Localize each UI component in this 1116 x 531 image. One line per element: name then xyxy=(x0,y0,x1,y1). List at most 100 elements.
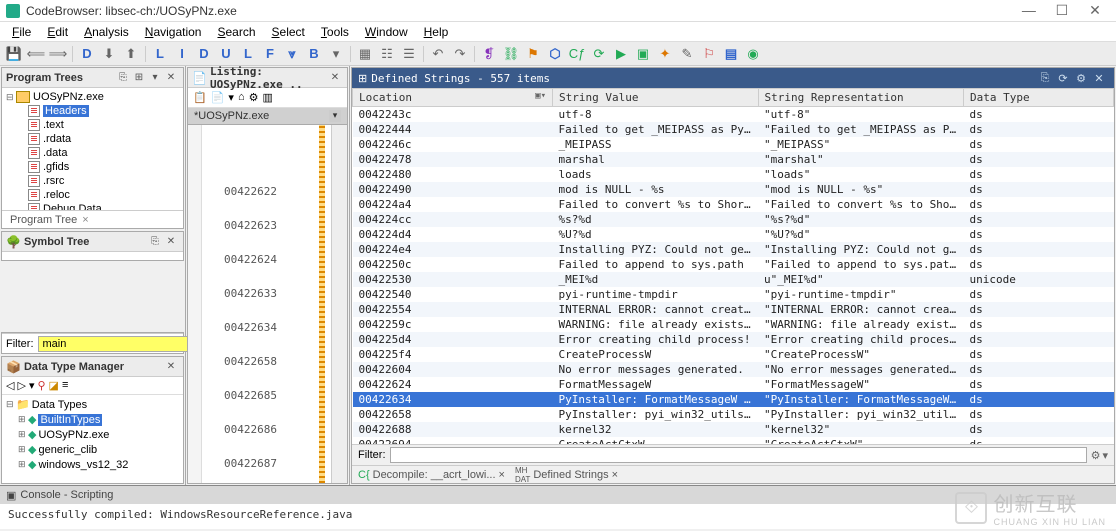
table-row[interactable]: 00422694CreateActCtxW"CreateActCtxW"ds xyxy=(353,437,1114,444)
col-string-rep[interactable]: String Representation xyxy=(758,89,964,107)
menu-help[interactable]: Help xyxy=(416,23,457,41)
dtm-highlight-icon[interactable]: ◪ xyxy=(49,379,59,392)
listing-addr[interactable]: 00422622 xyxy=(224,185,277,198)
close-icon[interactable]: ✕ xyxy=(327,70,343,86)
tab-decompile[interactable]: C{ Decompile: __acrt_lowi...× xyxy=(358,469,505,481)
minimize-button[interactable]: — xyxy=(1014,2,1044,18)
table-row[interactable]: 00422688kernel32"kernel32"ds xyxy=(353,422,1114,437)
listing-addr[interactable]: 00422624 xyxy=(224,253,277,266)
tree-item-reloc[interactable]: .reloc xyxy=(4,188,181,202)
bookmark-icon[interactable]: ⚑ xyxy=(523,44,543,64)
dropdown-icon[interactable]: ▾ xyxy=(326,44,346,64)
close-icon[interactable]: ✕ xyxy=(163,359,179,375)
table-row[interactable]: 00422478marshal"marshal"ds xyxy=(353,152,1114,167)
copy-icon[interactable]: 📋 xyxy=(193,91,207,104)
tree-item-text[interactable]: .text xyxy=(4,118,181,132)
menu-file[interactable]: File xyxy=(4,23,39,41)
refresh-icon[interactable]: ⟳ xyxy=(589,44,609,64)
listing-config-icon[interactable]: ⚙ xyxy=(249,91,259,104)
letter-f-icon[interactable]: F xyxy=(260,44,280,64)
dtm-item-UOSyPNzexe[interactable]: ⊞◆UOSyPNz.exe xyxy=(4,427,181,442)
window-icon[interactable]: ▣ xyxy=(633,44,653,64)
graph-icon[interactable]: ⬡ xyxy=(545,44,565,64)
letter-d-icon[interactable]: D xyxy=(77,44,97,64)
dtm-root[interactable]: ⊟📁Data Types xyxy=(4,397,181,412)
wand-icon[interactable]: ✎ xyxy=(677,44,697,64)
menu-window[interactable]: Window xyxy=(357,23,416,41)
flag-icon[interactable]: ⚐ xyxy=(699,44,719,64)
tree-item-DebugData[interactable]: Debug Data xyxy=(4,202,181,210)
forward-icon[interactable]: ⟹ xyxy=(48,44,68,64)
table-row[interactable]: 00422480loads"loads"ds xyxy=(353,167,1114,182)
tree-config-icon[interactable]: ⎘ xyxy=(115,70,131,86)
letter-u-icon[interactable]: U xyxy=(216,44,236,64)
listing-addr[interactable]: 00422623 xyxy=(224,219,277,232)
table-row[interactable]: 00422490mod is NULL - %s"mod is NULL - %… xyxy=(353,182,1114,197)
tree-expand-icon[interactable]: ⊞ xyxy=(131,70,147,86)
listing-addr[interactable]: 00422686 xyxy=(224,423,277,436)
letter-v-icon[interactable]: ⩔ xyxy=(282,44,302,64)
table-row[interactable]: 00422530_MEI%du"_MEI%d"unicode xyxy=(353,272,1114,287)
table-row[interactable]: 0042246c_MEIPASS"_MEIPASS"ds xyxy=(353,137,1114,152)
table-row[interactable]: 00422604No error messages generated."No … xyxy=(353,362,1114,377)
listing-addr[interactable]: 00422633 xyxy=(224,287,277,300)
menu-navigation[interactable]: Navigation xyxy=(137,23,210,41)
letter-l2-icon[interactable]: L xyxy=(238,44,258,64)
menu-select[interactable]: Select xyxy=(264,23,313,41)
chart-icon[interactable]: ▤ xyxy=(721,44,741,64)
listing-addr[interactable]: 00422658 xyxy=(224,355,277,368)
tab-defined-strings[interactable]: MHDAT Defined Strings× xyxy=(515,466,618,484)
tree-item-Headers[interactable]: Headers xyxy=(4,104,181,118)
col-string-value[interactable]: String Value xyxy=(553,89,759,107)
table-row[interactable]: 00422444Failed to get _MEIPASS as PyObje… xyxy=(353,122,1114,137)
tree-root[interactable]: ⊟UOSyPNz.exe xyxy=(4,90,181,104)
tool-icon[interactable]: ◉ xyxy=(743,44,763,64)
table-row[interactable]: 00422624FormatMessageW"FormatMessageW"ds xyxy=(353,377,1114,392)
play-icon[interactable]: ▶ xyxy=(611,44,631,64)
tree-menu-icon[interactable]: ▾ xyxy=(147,70,163,86)
paste-icon[interactable]: 📄 xyxy=(211,91,225,104)
letter-b-icon[interactable]: B xyxy=(304,44,324,64)
tree-icon[interactable]: ☷ xyxy=(377,44,397,64)
down-arrow-icon[interactable]: ⬇ xyxy=(99,44,119,64)
menu-analysis[interactable]: Analysis xyxy=(76,23,137,41)
tree-item-data[interactable]: .data xyxy=(4,146,181,160)
table-row[interactable]: 0042259cWARNING: file already exists but… xyxy=(353,317,1114,332)
maximize-button[interactable]: ☐ xyxy=(1047,2,1077,19)
listing-addr[interactable]: 00422634 xyxy=(224,321,277,334)
letter-i-icon[interactable]: I xyxy=(172,44,192,64)
table-row[interactable]: 004224cc%s?%d"%s?%d"ds xyxy=(353,212,1114,227)
back-icon[interactable]: ⟸ xyxy=(26,44,46,64)
col-location[interactable]: Location▣▾ xyxy=(353,89,553,107)
listing-tab[interactable]: *UOSyPNz.exe ▾ xyxy=(188,108,347,125)
close-icon[interactable]: ✕ xyxy=(1090,72,1108,85)
up-arrow-icon[interactable]: ⬆ xyxy=(121,44,141,64)
save-icon[interactable]: 💾 xyxy=(4,44,24,64)
listing-addr[interactable]: 00422685 xyxy=(224,389,277,402)
listing-split-icon[interactable]: ▥ xyxy=(262,91,272,104)
table-row[interactable]: 00422554INTERNAL ERROR: cannot create te… xyxy=(353,302,1114,317)
listing-dropdown-icon[interactable]: ▾ xyxy=(228,91,234,104)
table-row[interactable]: 004224a4Failed to convert %s to ShortFil… xyxy=(353,197,1114,212)
strings-settings-icon[interactable]: ⚙ xyxy=(1072,72,1090,85)
dtm-back-icon[interactable]: ◁ xyxy=(6,379,14,392)
close-button[interactable]: ✕ xyxy=(1080,2,1110,19)
close-icon[interactable]: ✕ xyxy=(163,70,179,86)
table-row[interactable]: 004225f4CreateProcessW"CreateProcessW"ds xyxy=(353,347,1114,362)
dtm-collapse-icon[interactable]: ≡ xyxy=(62,379,68,392)
strings-config-icon[interactable]: ⎘ xyxy=(1036,72,1054,85)
menu-search[interactable]: Search xyxy=(209,23,263,41)
filter-input[interactable] xyxy=(38,336,190,352)
table-row[interactable]: 00422634PyInstaller: FormatMessageW fail… xyxy=(353,392,1114,407)
table-row[interactable]: 00422540pyi-runtime-tmpdir"pyi-runtime-t… xyxy=(353,287,1114,302)
strings-table-container[interactable]: Location▣▾ String Value String Represent… xyxy=(352,88,1114,444)
strings-filter-config-icon[interactable]: ⚙ xyxy=(1091,449,1101,462)
table-row[interactable]: 00422658PyInstaller: pyi_win32_utils_to_… xyxy=(353,407,1114,422)
dtm-menu-icon[interactable]: ▾ xyxy=(29,379,35,392)
table-row[interactable]: 004224d4%U?%d"%U?%d"ds xyxy=(353,227,1114,242)
strings-filter-input[interactable] xyxy=(390,447,1087,463)
dtm-fwd-icon[interactable]: ▷ xyxy=(17,379,25,392)
tree-item-rdata[interactable]: .rdata xyxy=(4,132,181,146)
dtm-item-BuiltInTypes[interactable]: ⊞◆BuiltInTypes xyxy=(4,412,181,427)
list-icon[interactable]: ☰ xyxy=(399,44,419,64)
